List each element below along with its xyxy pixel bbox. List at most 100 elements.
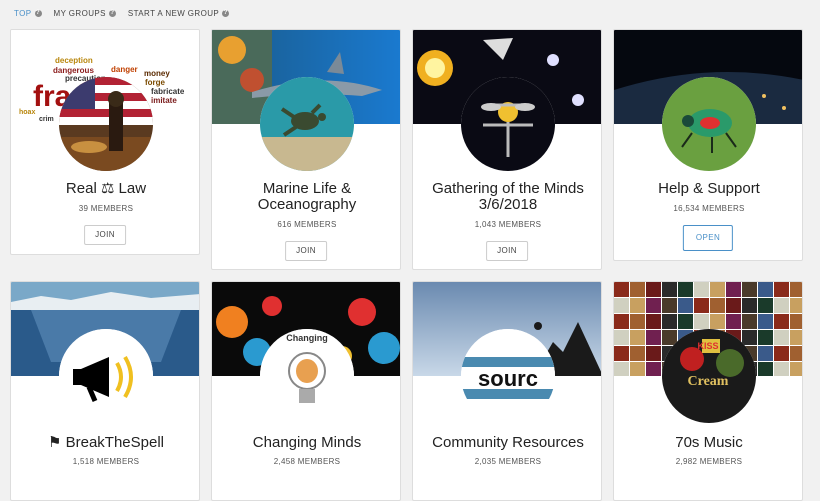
- group-name-text: BreakTheSpell: [65, 434, 164, 451]
- album-cover: [758, 330, 773, 345]
- album-cover: [758, 282, 773, 297]
- album-cover: [742, 298, 757, 313]
- group-avatar: KISS Cream: [662, 329, 756, 423]
- group-avatar: [461, 77, 555, 171]
- album-cover: [742, 330, 757, 345]
- album-cover: [646, 362, 661, 376]
- album-cover: [614, 330, 629, 345]
- join-button[interactable]: JOIN: [84, 225, 126, 245]
- group-card-help-support[interactable]: Help & Support 16,534 MEMBERS OPEN: [613, 29, 803, 261]
- album-cover: [710, 314, 725, 329]
- album-cover: [646, 314, 661, 329]
- banner-word: danger: [111, 65, 138, 74]
- banner-word: money: [144, 69, 170, 78]
- group-card-marine-life[interactable]: Marine Life & Oceanography 616 MEMBERS J…: [211, 29, 401, 270]
- album-cover: [710, 298, 725, 313]
- album-cover: [774, 362, 789, 376]
- album-cover: [630, 282, 645, 297]
- group-avatar: sourc: [461, 329, 555, 423]
- nav-my-groups[interactable]: MY GROUPS ?: [54, 9, 116, 18]
- album-cover: [662, 282, 677, 297]
- album-cover: [726, 282, 741, 297]
- album-cover: [614, 282, 629, 297]
- group-card-breakthespell[interactable]: ⚑ BreakTheSpell 1,518 MEMBERS: [10, 281, 200, 501]
- group-avatar: [260, 77, 354, 171]
- open-button[interactable]: OPEN: [682, 225, 734, 251]
- album-cover: [646, 330, 661, 345]
- album-cover: [726, 314, 741, 329]
- album-cover: [614, 298, 629, 313]
- group-avatar: [662, 77, 756, 171]
- member-count: 616 MEMBERS: [277, 220, 337, 229]
- album-cover: [678, 314, 693, 329]
- group-avatar: [59, 329, 153, 423]
- album-cover: [790, 362, 802, 376]
- album-cover: [742, 314, 757, 329]
- album-cover: [790, 298, 802, 313]
- group-card-real-law[interactable]: deception dangerous danger money precaut…: [10, 29, 200, 255]
- album-cover: [614, 362, 629, 376]
- album-cover: [646, 346, 661, 361]
- album-cover: [662, 298, 677, 313]
- album-cover: [710, 282, 725, 297]
- nav-start-group[interactable]: START A NEW GROUP ?: [127, 8, 230, 18]
- album-cover: [774, 314, 789, 329]
- top-nav: TOP ? MY GROUPS ? START A NEW GROUP ?: [14, 6, 230, 20]
- help-icon[interactable]: ?: [222, 9, 230, 17]
- album-cover: [774, 298, 789, 313]
- join-button[interactable]: JOIN: [486, 241, 528, 261]
- member-count: 1,518 MEMBERS: [72, 457, 140, 466]
- banner-word: forge: [145, 78, 166, 87]
- album-cover: [630, 330, 645, 345]
- group-name[interactable]: Community Resources: [413, 435, 601, 451]
- group-name[interactable]: 70s Music: [614, 435, 802, 451]
- album-cover: [662, 314, 677, 329]
- banner-word: fabricate: [151, 87, 185, 96]
- album-cover: [646, 298, 661, 313]
- album-cover: [790, 314, 802, 329]
- group-name[interactable]: Changing Minds: [212, 435, 400, 451]
- album-cover: [774, 282, 789, 297]
- album-cover: [742, 282, 757, 297]
- help-icon[interactable]: ?: [108, 9, 116, 17]
- album-cover: [790, 330, 802, 345]
- group-name[interactable]: Help & Support: [614, 181, 802, 197]
- member-count: 1,043 MEMBERS: [474, 220, 542, 229]
- album-cover: [678, 282, 693, 297]
- group-name[interactable]: ⚑ BreakTheSpell: [11, 434, 199, 451]
- album-cover: [630, 314, 645, 329]
- banner-word: deception: [55, 56, 93, 65]
- nav-top-label: TOP: [14, 8, 32, 18]
- group-card-70s-music[interactable]: KISS Cream 70s Music 2,982 MEMBERS: [613, 281, 803, 501]
- avatar-text: Changing: [286, 333, 328, 343]
- group-avatar: [59, 77, 153, 171]
- member-count: 2,035 MEMBERS: [474, 457, 542, 466]
- album-cover: [630, 346, 645, 361]
- album-cover: [646, 282, 661, 297]
- group-card-gathering-minds[interactable]: Gathering of the Minds 3/6/2018 1,043 ME…: [412, 29, 602, 270]
- album-cover: [630, 362, 645, 376]
- avatar-text: KISS: [697, 341, 718, 351]
- album-cover: [630, 298, 645, 313]
- group-card-changing-minds[interactable]: Changing Changing Minds 2,458 MEMBERS: [211, 281, 401, 501]
- album-cover: [678, 298, 693, 313]
- help-icon[interactable]: ?: [34, 9, 42, 17]
- flag-icon: ⚑: [47, 434, 66, 451]
- album-cover: [774, 330, 789, 345]
- member-count: 39 MEMBERS: [78, 204, 134, 213]
- album-cover: [774, 346, 789, 361]
- group-card-community-resources[interactable]: sourc Community Resources 2,035 MEMBERS: [412, 281, 602, 501]
- group-name[interactable]: Gathering of the Minds 3/6/2018: [413, 181, 601, 213]
- join-button[interactable]: JOIN: [285, 241, 327, 261]
- nav-start-group-label: START A NEW GROUP: [127, 8, 220, 18]
- member-count: 2,982 MEMBERS: [675, 457, 743, 466]
- nav-my-groups-label: MY GROUPS: [53, 8, 106, 18]
- group-avatar: Changing: [260, 329, 354, 423]
- nav-top[interactable]: TOP ?: [14, 9, 42, 18]
- album-cover: [758, 346, 773, 361]
- group-name[interactable]: Real ⚖ Law: [11, 181, 199, 197]
- album-cover: [614, 346, 629, 361]
- group-name[interactable]: Marine Life & Oceanography: [212, 181, 400, 213]
- banner-word: imitate: [151, 96, 177, 105]
- member-count: 2,458 MEMBERS: [273, 457, 341, 466]
